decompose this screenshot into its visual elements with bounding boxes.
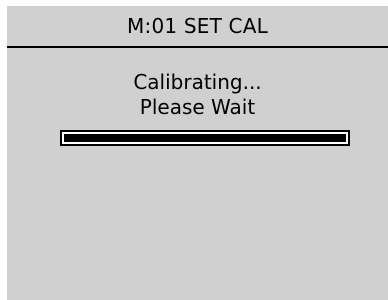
title-bar: M:01 SET CAL: [7, 6, 388, 48]
status-message: Calibrating... Please Wait: [7, 70, 388, 120]
calibration-progress-bar: [60, 130, 350, 146]
status-line-calibrating: Calibrating...: [133, 70, 262, 94]
device-screen: M:01 SET CAL Calibrating... Please Wait: [7, 6, 388, 300]
status-line-please-wait: Please Wait: [139, 95, 256, 119]
calibration-progress-fill: [64, 134, 346, 142]
screen-title: M:01 SET CAL: [127, 14, 268, 38]
